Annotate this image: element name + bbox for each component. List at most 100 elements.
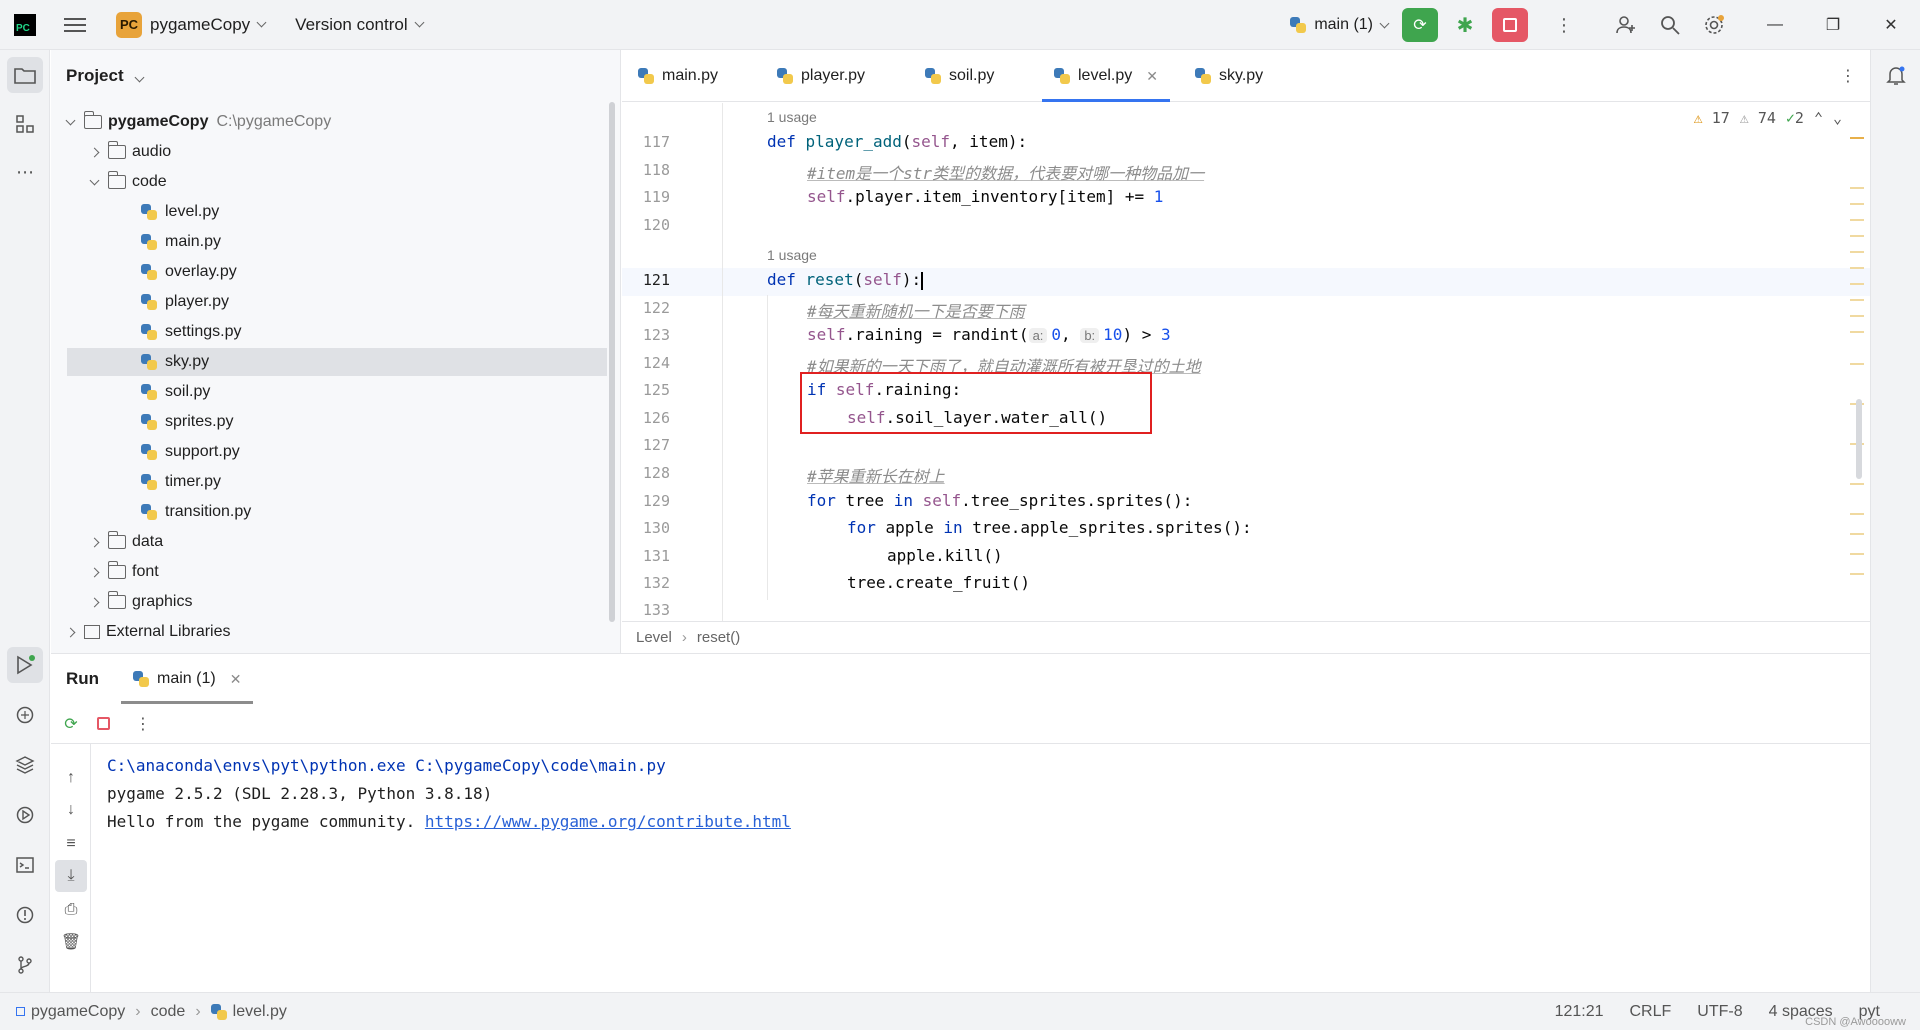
typos-count[interactable]: ✓2 (1786, 109, 1804, 127)
collapse-arrow-icon[interactable] (89, 567, 100, 577)
tab-sky-py[interactable]: sky.py (1195, 50, 1263, 102)
next-highlight-icon[interactable]: ⌄ (1833, 109, 1842, 127)
tree-folder-code[interactable]: code (89, 168, 167, 196)
problems-icon[interactable] (7, 897, 43, 933)
terminal-icon[interactable] (7, 847, 43, 883)
more-actions-icon[interactable]: ⋮ (1542, 3, 1586, 47)
git-branch-icon[interactable] (7, 947, 43, 983)
rerun-icon[interactable]: ⟳ (55, 708, 87, 740)
error-stripe-marker[interactable] (1850, 573, 1864, 575)
error-stripe-marker[interactable] (1850, 553, 1864, 555)
stop-button[interactable] (1492, 8, 1528, 42)
python-packages-icon[interactable] (7, 747, 43, 783)
error-stripe-marker[interactable] (1850, 137, 1864, 139)
error-stripe-marker[interactable] (1850, 283, 1864, 285)
error-stripe-marker[interactable] (1850, 267, 1864, 269)
structure-icon[interactable] (7, 106, 43, 142)
error-stripe-marker[interactable] (1850, 483, 1864, 485)
tab-player-py[interactable]: player.py (777, 50, 865, 102)
error-stripe-marker[interactable] (1850, 363, 1864, 365)
close-tab-icon[interactable]: ✕ (1146, 68, 1158, 85)
print-icon[interactable]: ⎙ (55, 894, 87, 926)
error-stripe-marker[interactable] (1850, 219, 1864, 221)
scroll-to-end-icon[interactable]: ⤓ (55, 860, 87, 892)
tree-file-overlay[interactable]: overlay.py (141, 258, 237, 286)
error-stripe-marker[interactable] (1850, 533, 1864, 535)
console-link[interactable]: https://www.pygame.org/contribute.html (425, 812, 791, 831)
status-crumb-project[interactable]: pygameCopy (31, 1003, 125, 1021)
trash-icon[interactable]: 🗑 (55, 926, 87, 958)
error-stripe-marker[interactable] (1850, 187, 1864, 189)
collapse-arrow-icon[interactable] (89, 597, 100, 607)
tab-soil-py[interactable]: soil.py (925, 50, 994, 102)
add-user-icon[interactable] (1604, 3, 1648, 47)
more-tools-icon[interactable]: ⋯ (7, 154, 43, 190)
project-badge[interactable]: PC (116, 11, 142, 38)
tree-file-sky[interactable]: sky.py (67, 348, 607, 376)
stop-icon[interactable] (87, 708, 119, 740)
collapse-arrow-icon[interactable] (65, 627, 76, 637)
status-crumb-folder[interactable]: code (151, 1003, 186, 1021)
error-stripe-marker[interactable] (1850, 299, 1864, 301)
search-icon[interactable] (1648, 3, 1692, 47)
tree-folder-font[interactable]: font (89, 558, 159, 586)
previous-highlight-icon[interactable]: ⌃ (1814, 109, 1823, 127)
usage-hint[interactable]: 1 usage (767, 109, 817, 125)
debug-button[interactable]: ✱ (1448, 8, 1482, 42)
collapse-arrow-icon[interactable] (89, 537, 100, 547)
rerun-button[interactable]: ⟳ (1402, 8, 1438, 42)
status-crumb-file[interactable]: level.py (233, 1003, 287, 1021)
error-stripe-marker[interactable] (1850, 251, 1864, 253)
close-window-button[interactable]: ✕ (1862, 0, 1920, 50)
scroll-down-icon[interactable]: ↓ (55, 794, 87, 826)
project-scrollbar[interactable] (609, 102, 615, 622)
console-output[interactable]: C:\anaconda\envs\pyt\python.exe C:\pygam… (107, 752, 791, 836)
tabs-more-icon[interactable]: ⋮ (1840, 50, 1856, 102)
warnings-count[interactable]: ⚠ 17 (1694, 109, 1730, 127)
collapse-arrow-icon[interactable] (89, 147, 100, 157)
tab-level-py[interactable]: level.py ✕ (1042, 50, 1170, 102)
error-stripe-marker[interactable] (1850, 315, 1864, 317)
error-stripe-marker[interactable] (1850, 331, 1864, 333)
soft-wrap-icon[interactable]: ≡ (55, 828, 87, 860)
settings-gear-icon[interactable] (1692, 3, 1736, 47)
usage-hint[interactable]: 1 usage (767, 247, 817, 263)
weak-warnings-count[interactable]: ⚠ 74 (1740, 109, 1776, 127)
breadcrumb-method[interactable]: reset() (697, 629, 740, 646)
tree-folder-graphics[interactable]: graphics (89, 588, 192, 616)
error-stripe-marker[interactable] (1850, 513, 1864, 515)
version-control-menu[interactable]: Version control (287, 0, 425, 50)
inspections-widget[interactable]: ⚠ 17 ⚠ 74 ✓2 ⌃ ⌄ (1694, 109, 1842, 127)
python-console-icon[interactable] (7, 697, 43, 733)
scroll-up-icon[interactable]: ↑ (55, 762, 87, 794)
tree-file-support[interactable]: support.py (141, 438, 240, 466)
project-panel-header[interactable]: Project (66, 66, 145, 86)
tree-folder-audio[interactable]: audio (89, 138, 171, 166)
breadcrumb-class[interactable]: Level (636, 629, 672, 646)
error-stripe-marker[interactable] (1850, 235, 1864, 237)
tree-file-timer[interactable]: timer.py (141, 468, 221, 496)
project-switcher[interactable]: pygameCopy (142, 0, 267, 50)
tree-file-level[interactable]: level.py (141, 198, 219, 226)
tree-file-soil[interactable]: soil.py (141, 378, 210, 406)
minimize-button[interactable]: — (1746, 0, 1804, 50)
run-config-selector[interactable]: main (1) (1290, 16, 1390, 34)
tab-main-py[interactable]: main.py (638, 50, 718, 102)
tree-file-settings[interactable]: settings.py (141, 318, 241, 346)
code-editor[interactable]: ⚠ 17 ⚠ 74 ✓2 ⌃ ⌄ 117 118 119 120 121 122… (622, 103, 1870, 621)
restore-button[interactable]: ❐ (1804, 0, 1862, 50)
run-tool-icon[interactable] (7, 647, 43, 683)
expand-arrow-icon[interactable] (89, 175, 100, 185)
more-options-icon[interactable]: ⋮ (127, 708, 159, 740)
project-tool-folder-icon[interactable] (7, 57, 43, 93)
file-encoding[interactable]: UTF-8 (1697, 1003, 1742, 1021)
editor-scrollbar[interactable] (1856, 399, 1862, 479)
tree-folder-data[interactable]: data (89, 528, 163, 556)
run-tab-main[interactable]: main (1) ✕ (121, 654, 254, 704)
notifications-bell-icon[interactable] (1878, 57, 1914, 93)
services-icon[interactable] (7, 797, 43, 833)
main-menu-icon[interactable] (64, 17, 86, 32)
error-stripe-marker[interactable] (1850, 203, 1864, 205)
close-tab-icon[interactable]: ✕ (230, 671, 242, 688)
tree-file-sprites[interactable]: sprites.py (141, 408, 233, 436)
